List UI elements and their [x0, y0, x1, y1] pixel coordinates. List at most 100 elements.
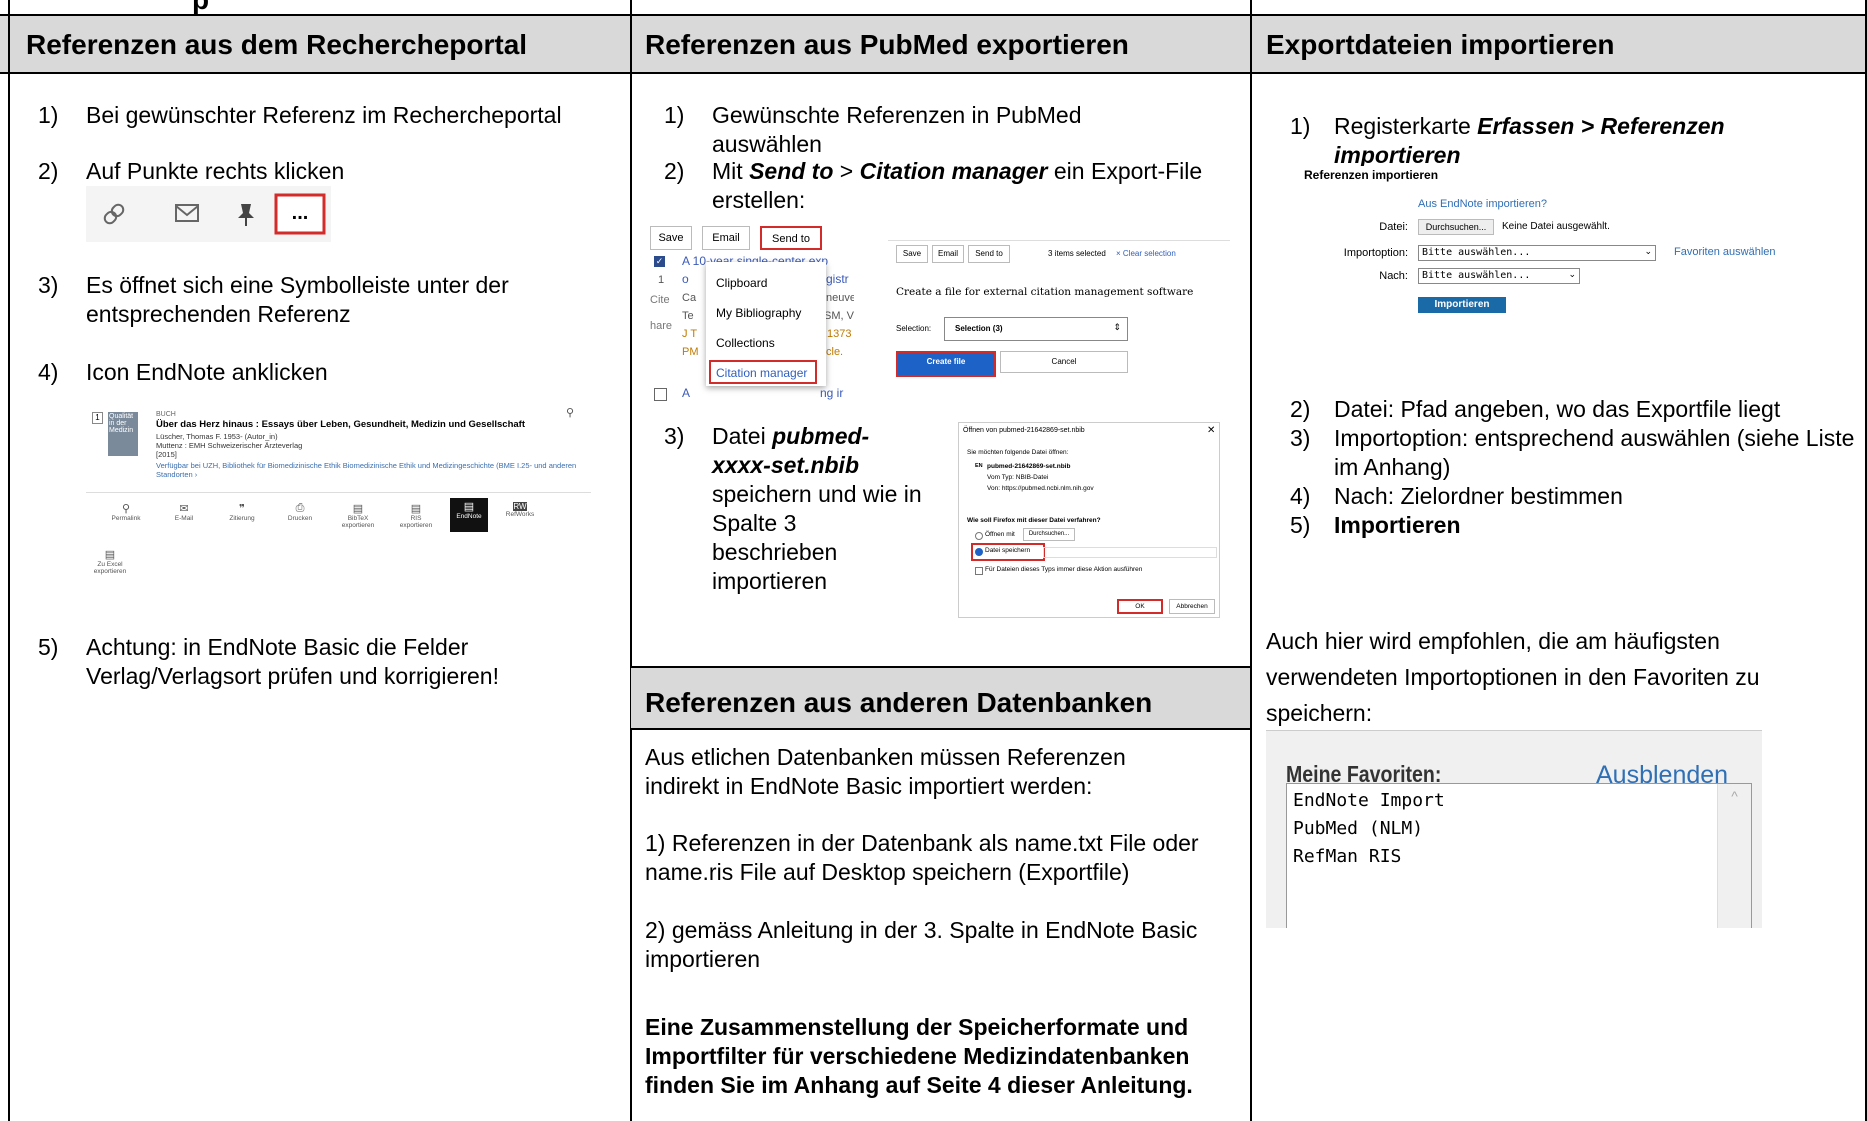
pm-create-file-button[interactable]: Create file: [896, 351, 996, 377]
col2-step3-num: 3): [664, 423, 685, 449]
radio-open-with[interactable]: [975, 532, 983, 540]
pubmed-bg-frag: hare: [650, 320, 673, 332]
col3-step5-num: 5): [1290, 512, 1311, 538]
label-always: Für Dateien dieses Typs immer diese Akti…: [985, 566, 1143, 573]
favorites-list[interactable]: EndNote Import PubMed (NLM) RefMan RIS ^: [1286, 783, 1752, 928]
menu-item-citation-manager[interactable]: Citation manager: [709, 360, 817, 384]
file-type-icon: EN: [975, 463, 983, 469]
chevron-down-icon: ⌄: [1568, 269, 1576, 279]
pubmed-bg-frag: gistr: [826, 272, 849, 286]
label-save-file: Datei speichern: [985, 547, 1031, 554]
dialog-ok-button[interactable]: OK: [1117, 599, 1163, 614]
favorites-link[interactable]: Favoriten auswählen: [1674, 246, 1776, 258]
menu-item-collections[interactable]: Collections: [716, 336, 775, 350]
section2-step1: 1) Referenzen in der Datenbank als name.…: [645, 830, 1199, 885]
tool-citation[interactable]: ❞ Zitierung: [222, 502, 262, 522]
mail-icon[interactable]: [175, 204, 199, 222]
import-form-screenshot: Referenzen importieren Aus EndNote impor…: [1302, 166, 1822, 318]
tool-permalink[interactable]: ⚲ Permalink: [106, 502, 146, 522]
pubmed-send-to-screenshot: Save Email Send to ✓ A 10-year single-ce…: [648, 222, 854, 404]
pm-save-button[interactable]: Save: [896, 245, 928, 263]
favorite-item[interactable]: PubMed (NLM): [1293, 818, 1423, 839]
menu-item-my-bibliography[interactable]: My Bibliography: [716, 306, 801, 320]
tool-email[interactable]: ✉ E-Mail: [164, 502, 204, 522]
menu-item-clipboard[interactable]: Clipboard: [716, 276, 767, 290]
record-year: [2015]: [156, 450, 177, 459]
chevron-down-icon: ⌄: [1644, 246, 1652, 256]
importoption-select[interactable]: Bitte auswählen... ⌄: [1418, 245, 1656, 261]
col2-title: Referenzen aus PubMed exportieren: [645, 29, 1129, 60]
record-availability[interactable]: Verfügbar bei UZH, Bibliothek für Biomed…: [156, 461, 581, 479]
browse-button[interactable]: Durchsuchen...: [1418, 219, 1494, 235]
dialog-file: pubmed-21642869-set.nbib: [987, 463, 1071, 470]
col3-note: Auch hier wird empfohlen, die am häufigs…: [1266, 628, 1760, 726]
pubmed-bg-frag: SM, V: [824, 310, 854, 322]
tool-bibtex[interactable]: ▤ BibTeX exportieren: [338, 502, 378, 529]
col3-step1-num: 1): [1290, 113, 1311, 139]
tool-print[interactable]: ⎙ Drucken: [280, 502, 320, 522]
col1-step4-num: 4): [38, 359, 59, 385]
pin-icon[interactable]: [238, 204, 254, 226]
import-heading: Referenzen importieren: [1304, 168, 1439, 182]
col2-step2-text: Mit Send to > Citation manager ein Expor…: [712, 157, 1232, 215]
record-title: Über das Herz hinaus : Essays über Leben…: [156, 419, 526, 430]
tool-ris[interactable]: ▤ RIS exportieren: [396, 502, 436, 529]
import-endnote-link[interactable]: Aus EndNote importieren?: [1418, 198, 1547, 210]
col1-step2-text: Auf Punkte rechts klicken: [86, 158, 345, 184]
file-icon: ▤: [352, 503, 364, 515]
label-open-with: Öffnen mit: [985, 531, 1015, 538]
section2-note: Eine Zusammenstellung der Speicherformat…: [645, 1014, 1193, 1098]
dialog-browse-button[interactable]: Durchsuchen...: [1023, 528, 1075, 541]
col1-step1-text: Bei gewünschter Referenz im Recherchepor…: [86, 102, 562, 128]
pubmed-email-button[interactable]: Email: [702, 226, 750, 250]
col3-step2-num: 2): [1290, 396, 1311, 422]
col3-step4-num: 4): [1290, 483, 1311, 509]
link-icon[interactable]: ⚲: [566, 406, 574, 419]
section2-title: Referenzen aus anderen Datenbanken: [645, 687, 1153, 718]
pubmed-checkbox[interactable]: [654, 388, 667, 401]
dialog-cancel-button[interactable]: Abbrechen: [1169, 599, 1215, 614]
file-icon: ▤: [104, 549, 116, 561]
col2-step2-num: 2): [664, 158, 685, 184]
import-button[interactable]: Importieren: [1418, 297, 1506, 313]
checkbox-always[interactable]: [975, 567, 983, 575]
record-type: BUCH: [156, 411, 176, 418]
tool-excel[interactable]: ▤ Zu Excel exportieren: [90, 548, 130, 575]
save-file-option[interactable]: Datei speichern: [971, 543, 1045, 561]
result-actions-strip: ...: [86, 186, 331, 242]
tool-refworks[interactable]: RW RefWorks: [500, 502, 540, 518]
svg-text:...: ...: [292, 202, 309, 224]
col3-step5-text: Importieren: [1334, 512, 1461, 538]
tool-endnote[interactable]: ▤ EndNote: [450, 498, 488, 532]
col1-step3-num: 3): [38, 272, 59, 298]
pubmed-checkbox[interactable]: ✓: [654, 256, 665, 267]
pm-email-button[interactable]: Email: [932, 245, 964, 263]
col1-step1-num: 1): [38, 102, 59, 128]
pubmed-save-button[interactable]: Save: [650, 226, 692, 250]
pubmed-bg-frag: :1373: [824, 328, 852, 340]
link-icon[interactable]: [103, 203, 126, 226]
pm-clear-selection[interactable]: × Clear selection: [1116, 249, 1176, 258]
pubmed-send-to-button[interactable]: Send to: [760, 226, 822, 250]
favorites-scrollbar[interactable]: ^: [1717, 784, 1751, 928]
favorite-item[interactable]: EndNote Import: [1293, 790, 1445, 811]
pm-selection-label: Selection:: [896, 324, 932, 333]
nach-select[interactable]: Bitte auswählen... ⌄: [1418, 268, 1580, 284]
col1-step4-text: Icon EndNote anklicken: [86, 359, 328, 385]
pm-cancel-button[interactable]: Cancel: [1000, 351, 1128, 373]
col1-title: Referenzen aus dem Rechercheportal: [26, 29, 528, 60]
pm-send-to-button[interactable]: Send to: [968, 245, 1010, 263]
close-icon[interactable]: ✕: [1207, 425, 1215, 436]
email-icon: ✉: [179, 503, 189, 515]
col1-step2-num: 2): [38, 158, 59, 184]
col1-step3-text: Es öffnet sich eine Symbolleiste unter d…: [86, 272, 509, 327]
record-number: 1: [92, 412, 103, 424]
pm-selection-select[interactable]: Selection (3) ⇕: [944, 317, 1128, 341]
col3-step1-text: Registerkarte Erfassen > Referenzen impo…: [1334, 112, 1824, 170]
favorite-item[interactable]: RefMan RIS: [1293, 846, 1401, 867]
refworks-icon: RW: [513, 502, 527, 511]
pm-selected-count: 3 items selected: [1048, 249, 1106, 258]
dialog-separator: [1043, 547, 1217, 558]
col2-step1-num: 1): [664, 102, 685, 128]
scroll-up-icon[interactable]: ^: [1718, 784, 1751, 804]
